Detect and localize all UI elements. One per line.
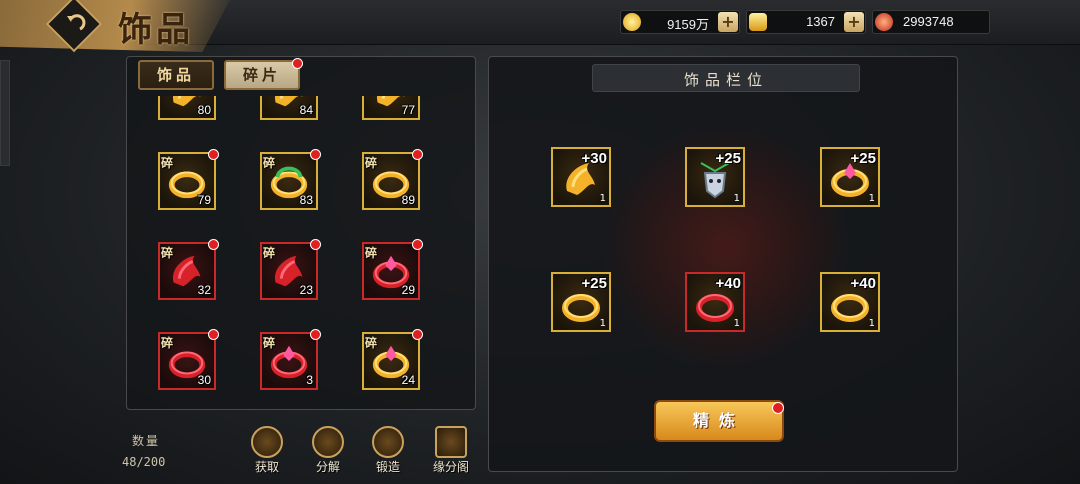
acquire-label: 获取 (254, 460, 279, 474)
equipment-slot[interactable]: +30 1 (551, 147, 611, 207)
decompose-icon (312, 426, 344, 458)
inventory-item[interactable]: 碎 83 (260, 149, 321, 210)
forge-hammer-icon (372, 426, 404, 458)
inventory-item[interactable]: 碎 24 (362, 329, 423, 390)
notification-dot (208, 149, 219, 160)
notification-dot (310, 239, 321, 250)
gold-coin-icon (623, 13, 641, 31)
fragment-tag: 碎 (161, 336, 174, 350)
fragment-tag: 碎 (263, 246, 276, 260)
star-count: 1 (868, 193, 875, 204)
gem-resource: 2993748 (872, 10, 990, 34)
notification-dot (412, 149, 423, 160)
add-ingot-button[interactable]: + (844, 12, 864, 32)
inventory-item[interactable]: 碎 29 (362, 239, 423, 300)
fragment-tag: 碎 (263, 156, 276, 170)
item-count: 83 (299, 193, 313, 207)
inventory-item[interactable]: 碎3 (260, 329, 321, 390)
item-count: 77 (401, 103, 415, 117)
gold-resource: 9159万 + (620, 10, 740, 34)
fragment-tag: 碎 (365, 246, 378, 260)
equipment-slot[interactable]: +40 1 (685, 272, 745, 332)
enhance-level: +30 (581, 150, 607, 167)
notification-dot (310, 149, 321, 160)
inventory-item[interactable]: 84 (260, 96, 318, 120)
star-count: 1 (733, 318, 740, 329)
tab-fragments-badge (292, 58, 303, 69)
acquire-icon (251, 426, 283, 458)
equipment-slot[interactable]: +25 1 (551, 272, 611, 332)
item-count: 80 (197, 103, 211, 117)
acquire-button[interactable]: 获取 (242, 426, 292, 474)
add-gold-button[interactable]: + (718, 12, 738, 32)
forge-label: 锻造 (375, 460, 400, 474)
forge-button[interactable]: 锻造 (363, 426, 413, 474)
inventory-grid[interactable]: 80 84 77 碎 79 碎 83 碎 89 碎 32 碎 23 碎 29 碎 30 碎 3 碎 24 (130, 96, 474, 406)
ingot-resource: 1367 + (746, 10, 866, 34)
item-count: 23 (299, 283, 313, 297)
gem-value: 2993748 (903, 14, 954, 29)
enhance-level: +40 (715, 275, 741, 292)
fragment-tag: 碎 (263, 336, 276, 350)
gold-value: 9159万 (667, 17, 709, 32)
fragment-tag: 碎 (365, 336, 378, 350)
equipment-slot[interactable]: +40 1 (820, 272, 880, 332)
inventory-item[interactable]: 碎 23 (260, 239, 321, 300)
pavilion-icon (435, 426, 467, 458)
fragment-tag: 碎 (161, 156, 174, 170)
side-drawer-handle[interactable] (0, 60, 10, 166)
inventory-item[interactable]: 碎 30 (158, 329, 219, 390)
pavilion-label: 缘分阁 (432, 460, 469, 474)
equipment-slot[interactable]: +25 1 (685, 147, 745, 207)
item-count: 84 (299, 103, 313, 117)
count-label: 数量 (132, 434, 161, 448)
inventory-item[interactable]: 80 (158, 96, 216, 120)
refine-badge (772, 402, 784, 414)
equipment-slot[interactable]: +25 1 (820, 147, 880, 207)
fragment-tag: 碎 (161, 246, 174, 260)
star-count: 1 (599, 318, 606, 329)
back-arrow-icon[interactable] (62, 10, 88, 36)
refine-button[interactable]: 精炼 (654, 400, 784, 442)
inventory-item[interactable]: 碎 32 (158, 239, 219, 300)
fragment-tag: 碎 (365, 156, 378, 170)
count-value: 48/200 (122, 455, 166, 469)
notification-dot (310, 329, 321, 340)
gold-ingot-icon (749, 13, 767, 31)
pavilion-button[interactable]: 缘分阁 (426, 426, 476, 474)
ingot-value: 1367 (806, 14, 835, 29)
tab-accessories[interactable]: 饰品 (138, 60, 214, 90)
item-count: 89 (401, 193, 415, 207)
decompose-label: 分解 (315, 460, 340, 474)
page-title: 饰品 (118, 10, 194, 50)
enhance-level: +25 (850, 150, 876, 167)
notification-dot (208, 329, 219, 340)
item-count: 32 (197, 283, 211, 297)
item-count: 30 (197, 373, 211, 387)
tab-fragments[interactable]: 碎片 (224, 60, 300, 90)
notification-dot (412, 239, 423, 250)
notification-dot (208, 239, 219, 250)
title-plate (0, 0, 230, 52)
star-count: 1 (733, 193, 740, 204)
red-gem-icon (875, 13, 893, 31)
inventory-item[interactable]: 碎 79 (158, 149, 219, 210)
item-count: 29 (401, 283, 415, 297)
item-count: 3 (306, 373, 313, 387)
star-count: 1 (868, 318, 875, 329)
inventory-item[interactable]: 77 (362, 96, 420, 120)
item-count: 24 (401, 373, 415, 387)
enhance-level: +25 (581, 275, 607, 292)
star-count: 1 (599, 193, 606, 204)
decompose-button[interactable]: 分解 (303, 426, 353, 474)
inventory-item[interactable]: 碎 89 (362, 149, 423, 210)
enhance-level: +25 (715, 150, 741, 167)
slot-title: 饰品栏位 (683, 71, 768, 89)
enhance-level: +40 (850, 275, 876, 292)
item-count: 79 (197, 193, 211, 207)
notification-dot (412, 329, 423, 340)
